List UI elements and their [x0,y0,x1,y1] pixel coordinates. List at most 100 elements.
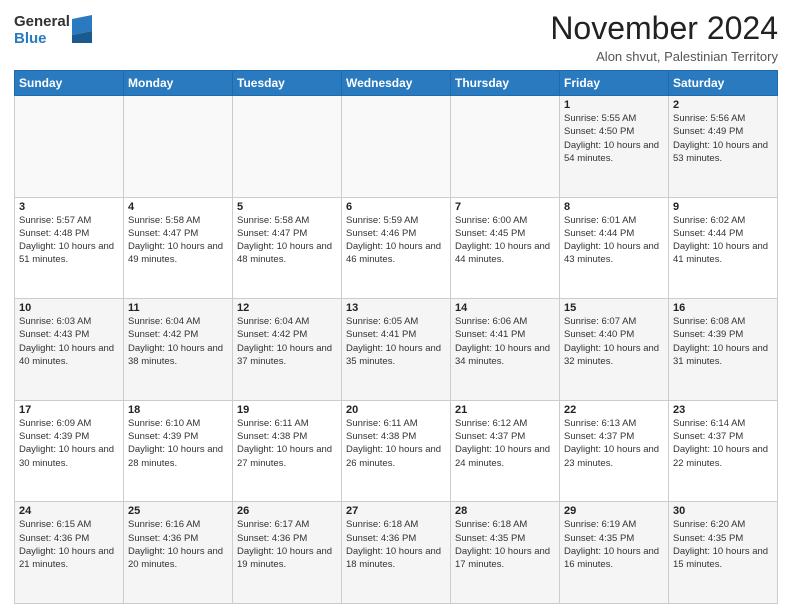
table-row: 18Sunrise: 6:10 AM Sunset: 4:39 PM Dayli… [124,400,233,502]
day-info: Sunrise: 6:00 AM Sunset: 4:45 PM Dayligh… [455,214,555,267]
day-info: Sunrise: 6:12 AM Sunset: 4:37 PM Dayligh… [455,417,555,470]
day-number: 18 [128,404,228,416]
header-thursday: Thursday [451,71,560,96]
table-row: 23Sunrise: 6:14 AM Sunset: 4:37 PM Dayli… [669,400,778,502]
table-row: 24Sunrise: 6:15 AM Sunset: 4:36 PM Dayli… [15,502,124,604]
table-row: 9Sunrise: 6:02 AM Sunset: 4:44 PM Daylig… [669,197,778,299]
day-number: 19 [237,404,337,416]
day-number: 30 [673,505,773,517]
calendar: Sunday Monday Tuesday Wednesday Thursday… [14,70,778,604]
day-number: 14 [455,302,555,314]
table-row [124,96,233,198]
day-number: 29 [564,505,664,517]
day-info: Sunrise: 6:07 AM Sunset: 4:40 PM Dayligh… [564,315,664,368]
day-info: Sunrise: 6:11 AM Sunset: 4:38 PM Dayligh… [346,417,446,470]
day-number: 2 [673,99,773,111]
header-wednesday: Wednesday [342,71,451,96]
header-monday: Monday [124,71,233,96]
day-number: 27 [346,505,446,517]
day-info: Sunrise: 6:11 AM Sunset: 4:38 PM Dayligh… [237,417,337,470]
table-row: 6Sunrise: 5:59 AM Sunset: 4:46 PM Daylig… [342,197,451,299]
logo-text: General Blue [14,14,70,47]
logo-blue: Blue [14,31,70,48]
day-number: 22 [564,404,664,416]
day-info: Sunrise: 6:04 AM Sunset: 4:42 PM Dayligh… [128,315,228,368]
week-row-2: 10Sunrise: 6:03 AM Sunset: 4:43 PM Dayli… [15,299,778,401]
day-info: Sunrise: 6:18 AM Sunset: 4:36 PM Dayligh… [346,518,446,571]
table-row: 29Sunrise: 6:19 AM Sunset: 4:35 PM Dayli… [560,502,669,604]
table-row: 5Sunrise: 5:58 AM Sunset: 4:47 PM Daylig… [233,197,342,299]
day-info: Sunrise: 6:05 AM Sunset: 4:41 PM Dayligh… [346,315,446,368]
day-number: 3 [19,201,119,213]
day-number: 15 [564,302,664,314]
table-row: 25Sunrise: 6:16 AM Sunset: 4:36 PM Dayli… [124,502,233,604]
table-row [233,96,342,198]
day-info: Sunrise: 6:15 AM Sunset: 4:36 PM Dayligh… [19,518,119,571]
header-friday: Friday [560,71,669,96]
day-info: Sunrise: 5:58 AM Sunset: 4:47 PM Dayligh… [237,214,337,267]
day-number: 4 [128,201,228,213]
day-info: Sunrise: 6:18 AM Sunset: 4:35 PM Dayligh… [455,518,555,571]
table-row [342,96,451,198]
day-info: Sunrise: 6:19 AM Sunset: 4:35 PM Dayligh… [564,518,664,571]
table-row: 19Sunrise: 6:11 AM Sunset: 4:38 PM Dayli… [233,400,342,502]
day-info: Sunrise: 6:01 AM Sunset: 4:44 PM Dayligh… [564,214,664,267]
day-info: Sunrise: 6:13 AM Sunset: 4:37 PM Dayligh… [564,417,664,470]
table-row: 15Sunrise: 6:07 AM Sunset: 4:40 PM Dayli… [560,299,669,401]
week-row-1: 3Sunrise: 5:57 AM Sunset: 4:48 PM Daylig… [15,197,778,299]
weekday-header-row: Sunday Monday Tuesday Wednesday Thursday… [15,71,778,96]
day-info: Sunrise: 5:57 AM Sunset: 4:48 PM Dayligh… [19,214,119,267]
day-number: 1 [564,99,664,111]
day-info: Sunrise: 5:56 AM Sunset: 4:49 PM Dayligh… [673,112,773,165]
table-row [15,96,124,198]
day-number: 6 [346,201,446,213]
month-title: November 2024 [550,10,778,47]
table-row: 16Sunrise: 6:08 AM Sunset: 4:39 PM Dayli… [669,299,778,401]
day-info: Sunrise: 6:03 AM Sunset: 4:43 PM Dayligh… [19,315,119,368]
table-row: 3Sunrise: 5:57 AM Sunset: 4:48 PM Daylig… [15,197,124,299]
table-row: 7Sunrise: 6:00 AM Sunset: 4:45 PM Daylig… [451,197,560,299]
table-row: 26Sunrise: 6:17 AM Sunset: 4:36 PM Dayli… [233,502,342,604]
week-row-0: 1Sunrise: 5:55 AM Sunset: 4:50 PM Daylig… [15,96,778,198]
table-row: 10Sunrise: 6:03 AM Sunset: 4:43 PM Dayli… [15,299,124,401]
table-row: 8Sunrise: 6:01 AM Sunset: 4:44 PM Daylig… [560,197,669,299]
table-row: 12Sunrise: 6:04 AM Sunset: 4:42 PM Dayli… [233,299,342,401]
day-info: Sunrise: 6:02 AM Sunset: 4:44 PM Dayligh… [673,214,773,267]
day-number: 25 [128,505,228,517]
day-number: 20 [346,404,446,416]
day-number: 13 [346,302,446,314]
table-row: 27Sunrise: 6:18 AM Sunset: 4:36 PM Dayli… [342,502,451,604]
day-info: Sunrise: 6:09 AM Sunset: 4:39 PM Dayligh… [19,417,119,470]
table-row: 17Sunrise: 6:09 AM Sunset: 4:39 PM Dayli… [15,400,124,502]
day-number: 16 [673,302,773,314]
table-row: 2Sunrise: 5:56 AM Sunset: 4:49 PM Daylig… [669,96,778,198]
day-info: Sunrise: 6:20 AM Sunset: 4:35 PM Dayligh… [673,518,773,571]
day-number: 11 [128,302,228,314]
week-row-3: 17Sunrise: 6:09 AM Sunset: 4:39 PM Dayli… [15,400,778,502]
table-row: 14Sunrise: 6:06 AM Sunset: 4:41 PM Dayli… [451,299,560,401]
day-number: 9 [673,201,773,213]
table-row: 4Sunrise: 5:58 AM Sunset: 4:47 PM Daylig… [124,197,233,299]
logo-icon [72,15,92,43]
header: General Blue November 2024 Alon shvut, P… [14,10,778,64]
day-number: 21 [455,404,555,416]
table-row: 21Sunrise: 6:12 AM Sunset: 4:37 PM Dayli… [451,400,560,502]
week-row-4: 24Sunrise: 6:15 AM Sunset: 4:36 PM Dayli… [15,502,778,604]
day-number: 26 [237,505,337,517]
day-info: Sunrise: 6:17 AM Sunset: 4:36 PM Dayligh… [237,518,337,571]
day-number: 17 [19,404,119,416]
table-row: 28Sunrise: 6:18 AM Sunset: 4:35 PM Dayli… [451,502,560,604]
table-row: 1Sunrise: 5:55 AM Sunset: 4:50 PM Daylig… [560,96,669,198]
day-number: 7 [455,201,555,213]
day-number: 5 [237,201,337,213]
table-row: 11Sunrise: 6:04 AM Sunset: 4:42 PM Dayli… [124,299,233,401]
day-info: Sunrise: 6:06 AM Sunset: 4:41 PM Dayligh… [455,315,555,368]
table-row [451,96,560,198]
table-row: 13Sunrise: 6:05 AM Sunset: 4:41 PM Dayli… [342,299,451,401]
day-info: Sunrise: 6:16 AM Sunset: 4:36 PM Dayligh… [128,518,228,571]
day-info: Sunrise: 6:14 AM Sunset: 4:37 PM Dayligh… [673,417,773,470]
day-info: Sunrise: 5:59 AM Sunset: 4:46 PM Dayligh… [346,214,446,267]
table-row: 22Sunrise: 6:13 AM Sunset: 4:37 PM Dayli… [560,400,669,502]
day-info: Sunrise: 5:58 AM Sunset: 4:47 PM Dayligh… [128,214,228,267]
day-number: 23 [673,404,773,416]
